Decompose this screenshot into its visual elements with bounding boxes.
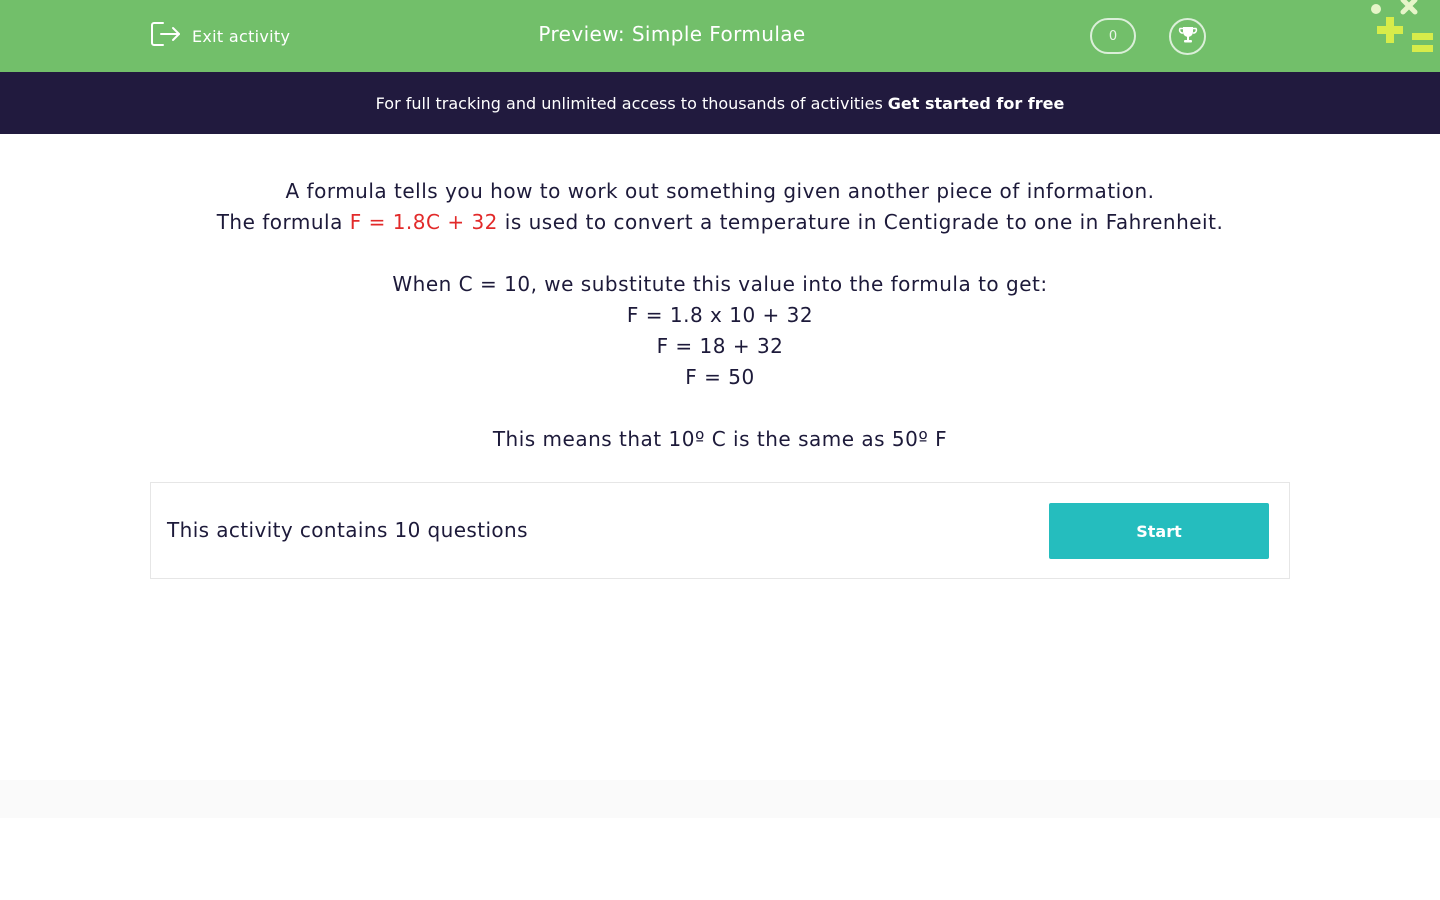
- top-bar: Exit activity Preview: Simple Formulae 0: [0, 0, 1440, 72]
- activity-start-panel: This activity contains 10 questions Star…: [150, 482, 1290, 579]
- working-step: F = 18 + 32: [656, 334, 784, 358]
- banner-text: For full tracking and unlimited access t…: [375, 93, 883, 113]
- conclusion-text: This means that 10º C is the same as 50º…: [492, 427, 948, 451]
- exit-icon: [150, 20, 182, 52]
- brand-logo: [1365, 0, 1440, 60]
- trophy-button[interactable]: [1169, 18, 1206, 55]
- example-heading: When C = 10, we substitute this value in…: [392, 272, 1048, 296]
- highlighted-formula: F = 1.8C + 32: [349, 210, 498, 234]
- score-badge: 0: [1090, 18, 1136, 54]
- get-started-link[interactable]: Get started for free: [888, 94, 1065, 113]
- upgrade-banner: For full tracking and unlimited access t…: [0, 72, 1440, 134]
- working-step: F = 50: [685, 365, 755, 389]
- footer-strip: [0, 780, 1440, 818]
- activity-introduction: A formula tells you how to work out some…: [150, 176, 1290, 455]
- intro-line-2: The formula F = 1.8C + 32 is used to con…: [150, 207, 1290, 238]
- working-step: F = 1.8 x 10 + 32: [626, 303, 814, 327]
- question-count-text: This activity contains 10 questions: [167, 518, 528, 542]
- start-button[interactable]: Start: [1049, 503, 1269, 559]
- intro-line-2-start: The formula: [216, 210, 343, 234]
- exit-activity-label: Exit activity: [192, 26, 291, 46]
- page-title: Preview: Simple Formulae: [538, 22, 806, 46]
- exit-activity-button[interactable]: Exit activity: [150, 22, 290, 50]
- intro-line-1: A formula tells you how to work out some…: [285, 179, 1155, 203]
- trophy-icon: [1177, 24, 1199, 50]
- intro-line-2-end: is used to convert a temperature in Cent…: [504, 210, 1224, 234]
